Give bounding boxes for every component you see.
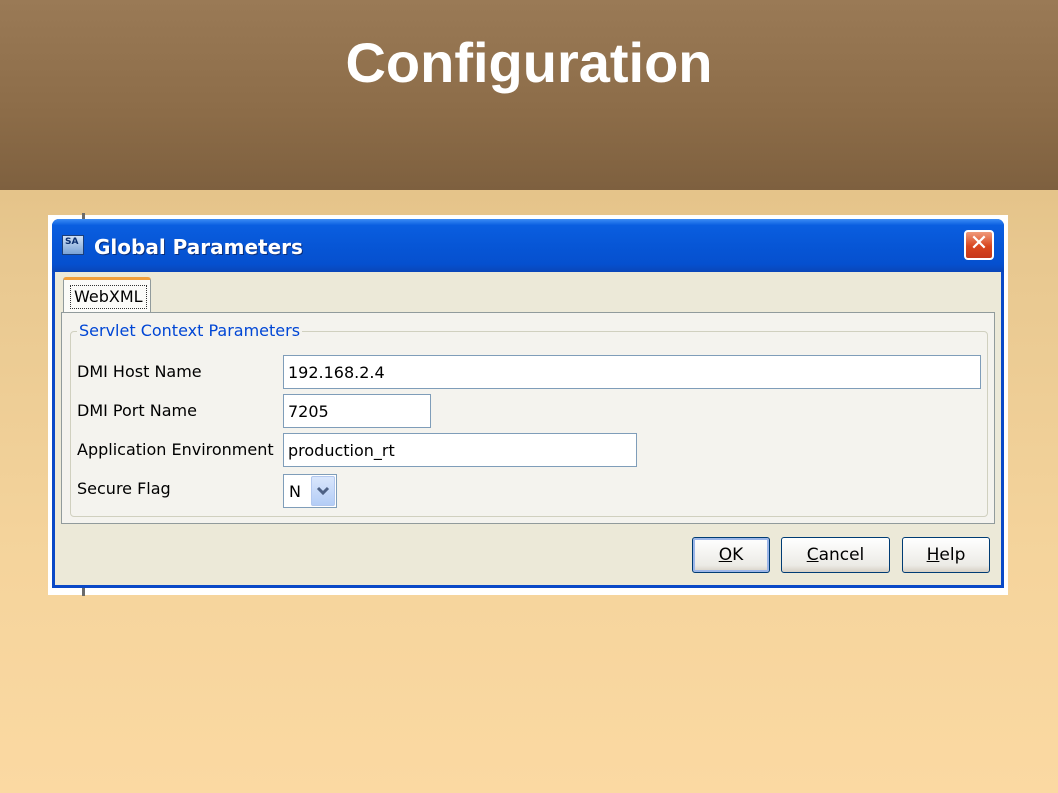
cancel-button[interactable]: Cancel bbox=[781, 537, 890, 573]
tab-panel: Servlet Context Parameters bbox=[61, 312, 995, 524]
tab-webxml[interactable]: WebXML bbox=[63, 277, 151, 313]
secure-flag-select[interactable]: N bbox=[283, 474, 337, 508]
app-icon: SA bbox=[62, 235, 84, 255]
frame-edge-mark bbox=[82, 588, 85, 596]
ok-mnemonic: O bbox=[718, 545, 733, 565]
dmi-port-field[interactable]: 7205 bbox=[283, 394, 431, 428]
secure-flag-value: N bbox=[289, 482, 301, 501]
help-label-rest: elp bbox=[939, 545, 966, 565]
dmi-host-label: DMI Host Name bbox=[77, 362, 202, 381]
secure-flag-label: Secure Flag bbox=[77, 479, 171, 498]
slide-header-band bbox=[0, 0, 1058, 190]
ok-label-rest: K bbox=[732, 545, 744, 565]
dmi-host-field[interactable]: 192.168.2.4 bbox=[283, 355, 981, 389]
close-button[interactable]: ✕ bbox=[964, 230, 994, 260]
global-parameters-dialog: SA Global Parameters ✕ WebXML Servlet Co… bbox=[52, 219, 1004, 588]
help-button[interactable]: Help bbox=[902, 537, 990, 573]
close-icon: ✕ bbox=[969, 231, 989, 256]
dmi-port-label: DMI Port Name bbox=[77, 401, 197, 420]
app-environment-label: Application Environment bbox=[77, 440, 274, 459]
help-mnemonic: H bbox=[926, 545, 940, 565]
title-bar[interactable]: SA Global Parameters ✕ bbox=[52, 219, 1004, 272]
group-legend: Servlet Context Parameters bbox=[77, 321, 303, 341]
slide-title: Configuration bbox=[345, 31, 713, 94]
window-title: Global Parameters bbox=[94, 235, 303, 259]
cancel-mnemonic: C bbox=[806, 545, 819, 565]
cancel-label-rest: ancel bbox=[818, 545, 865, 565]
ok-button[interactable]: OK bbox=[692, 537, 770, 573]
app-environment-field[interactable]: production_rt bbox=[283, 433, 637, 467]
chevron-down-icon[interactable] bbox=[311, 476, 335, 506]
tab-label: WebXML bbox=[70, 285, 147, 309]
